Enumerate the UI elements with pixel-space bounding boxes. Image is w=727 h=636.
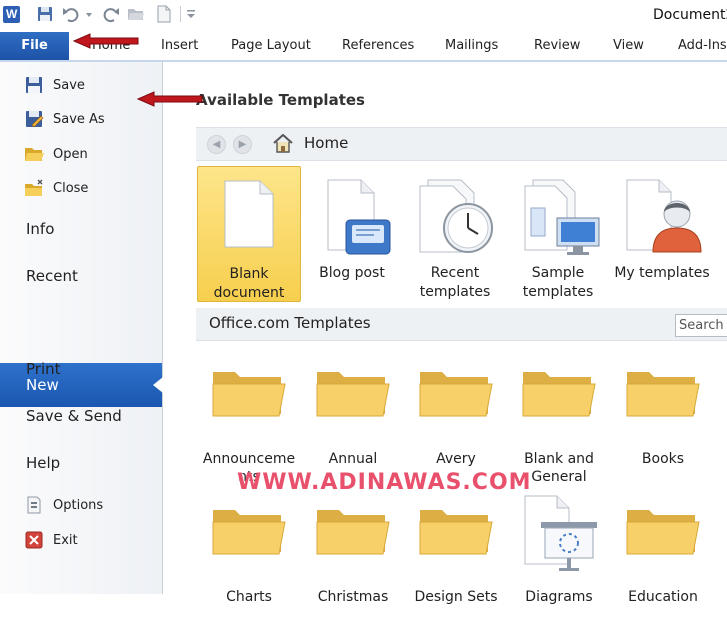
folder-icon: [316, 372, 390, 417]
person-icon: [626, 179, 702, 253]
save-icon: [26, 77, 42, 93]
template-caption: Sample templates: [522, 265, 594, 300]
exit-icon: [25, 531, 43, 549]
clock-icon: [419, 179, 493, 253]
title-bar: W Document2: [0, 0, 727, 32]
folder-caption: Annual: [328, 451, 378, 467]
template-nav-bar: ◀ ▶ Home: [196, 127, 727, 161]
folder-caption: Avery: [436, 451, 476, 467]
tab-add-ins[interactable]: Add-Ins: [678, 38, 727, 53]
template-sample-templates[interactable]: Sample templates: [507, 166, 609, 306]
save-as-label: Save As: [53, 111, 105, 127]
template-blank-document[interactable]: Blank document: [197, 166, 301, 302]
breadcrumb-home[interactable]: Home: [304, 134, 348, 152]
open-folder-icon[interactable]: [127, 5, 145, 23]
close-folder-icon: [25, 179, 43, 196]
repeat-icon[interactable]: [102, 5, 120, 23]
folder-design-sets[interactable]: Design Sets: [404, 506, 508, 636]
folder-icon: [212, 510, 286, 555]
tab-references[interactable]: References: [342, 38, 414, 53]
menu-item-new[interactable]: New: [0, 363, 163, 407]
folder-caption: Christmas: [317, 589, 389, 605]
template-blog-post[interactable]: Blog post: [301, 166, 403, 306]
folder-diagrams[interactable]: Diagrams: [507, 494, 611, 624]
template-caption: Blank document: [213, 266, 285, 301]
word-app-icon[interactable]: W: [3, 6, 20, 23]
open-folder-icon: [25, 148, 44, 161]
customize-qat-icon[interactable]: [185, 5, 197, 23]
folder-icon: [522, 372, 596, 417]
close-command[interactable]: Close: [24, 177, 88, 199]
exit-label: Exit: [53, 532, 78, 548]
blank-document-icon: [224, 180, 274, 248]
selection-notch: [153, 377, 163, 393]
open-command[interactable]: Open: [24, 143, 88, 165]
folder-education[interactable]: Education: [611, 506, 715, 636]
folder-caption: Diagrams: [525, 589, 593, 605]
save-icon[interactable]: [36, 5, 54, 23]
save-as-icon: [26, 111, 44, 128]
open-label: Open: [53, 146, 88, 162]
folder-icon: [419, 372, 493, 417]
available-templates-heading: Available Templates: [196, 91, 365, 109]
template-caption: My templates: [614, 265, 710, 281]
close-label: Close: [53, 180, 89, 196]
search-office-templates-input[interactable]: Search Of: [675, 314, 727, 337]
folder-caption: Education: [628, 589, 698, 605]
folder-caption: Design Sets: [414, 589, 498, 605]
blog-post-icon: [327, 179, 391, 255]
options-command[interactable]: Options: [24, 494, 103, 516]
document-title: Document2: [653, 7, 727, 23]
forward-button[interactable]: ▶: [233, 135, 252, 154]
tab-view[interactable]: View: [613, 38, 644, 53]
tab-file[interactable]: File: [0, 32, 69, 60]
tab-mailings[interactable]: Mailings: [445, 38, 498, 53]
new-document-icon[interactable]: [155, 5, 173, 23]
folder-icon: [316, 510, 390, 555]
qat-separator: [180, 6, 181, 22]
save-command[interactable]: Save: [24, 74, 85, 96]
template-caption: Blog post: [319, 265, 385, 281]
template-caption: Recent templates: [419, 265, 491, 300]
annotation-arrow-file-icon: [72, 33, 139, 49]
undo-icon[interactable]: [62, 5, 80, 23]
template-my-templates[interactable]: My templates: [611, 166, 713, 306]
menu-item-print[interactable]: Print: [26, 360, 61, 378]
folder-icon: [626, 372, 700, 417]
template-recent-templates[interactable]: Recent templates: [404, 166, 506, 306]
back-button[interactable]: ◀: [207, 135, 226, 154]
folder-icon: [626, 510, 700, 555]
undo-dropdown-icon[interactable]: [84, 5, 94, 23]
annotation-arrow-save-icon: [136, 91, 203, 107]
options-label: Options: [53, 497, 104, 513]
home-icon[interactable]: [273, 134, 293, 153]
watermark-text: WWW.ADINAWAS.COM: [237, 470, 532, 495]
tab-page-layout[interactable]: Page Layout: [231, 38, 311, 53]
tab-insert[interactable]: Insert: [161, 38, 198, 53]
exit-command[interactable]: Exit: [24, 529, 78, 551]
menu-item-recent[interactable]: Recent: [26, 267, 78, 285]
sample-templates-icon: [524, 179, 600, 255]
tab-review[interactable]: Review: [534, 38, 580, 53]
menu-item-help[interactable]: Help: [26, 454, 60, 472]
menu-item-save-send[interactable]: Save & Send: [26, 407, 122, 425]
folder-caption: Charts: [226, 589, 272, 605]
office-templates-heading: Office.com Templates: [209, 314, 371, 332]
folder-icon: [212, 372, 286, 417]
save-as-command[interactable]: Save As: [24, 108, 105, 130]
menu-item-info[interactable]: Info: [26, 220, 54, 238]
folder-books[interactable]: Books: [611, 368, 715, 498]
diagram-document-icon: [524, 495, 597, 571]
menu-item-new-label: New: [26, 376, 59, 394]
save-label: Save: [53, 77, 85, 93]
folder-charts[interactable]: Charts: [197, 506, 301, 636]
folder-christmas[interactable]: Christmas: [301, 506, 405, 636]
backstage-menu: Save Save As Open Close Info Recent New …: [0, 62, 163, 594]
options-icon: [27, 496, 41, 514]
folder-icon: [419, 510, 493, 555]
folder-caption: Books: [641, 451, 685, 467]
office-templates-bar: Office.com Templates Search Of: [196, 308, 727, 341]
